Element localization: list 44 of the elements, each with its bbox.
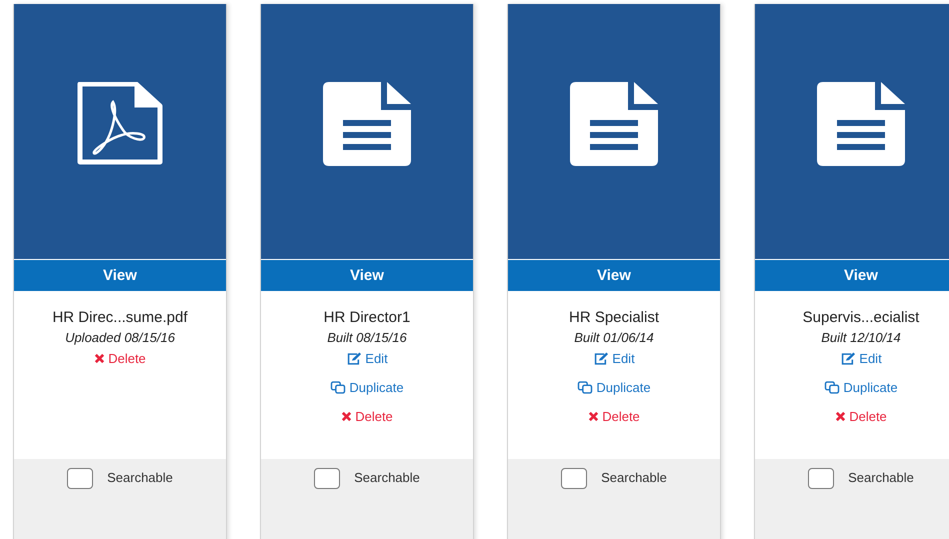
document-date: Built 01/06/14 [574,330,654,345]
view-button[interactable]: View [261,259,473,291]
checkbox-label: Searchable [354,469,420,487]
copy-icon [824,381,840,394]
edit-link[interactable]: Edit [840,351,882,366]
cross-icon [588,411,600,422]
delete-link[interactable]: Delete [588,409,640,424]
duplicate-link[interactable]: Duplicate [824,380,898,395]
edit-link[interactable]: Edit [593,351,635,366]
document-title: HR Direc...sume.pdf [52,309,188,326]
searchable-checkbox[interactable] [808,468,834,489]
document-date: Uploaded 08/15/16 [65,330,175,345]
pencil-icon [346,352,362,365]
view-button[interactable]: View [508,259,720,291]
delete-link[interactable]: Delete [94,351,146,366]
document-icon [323,82,411,166]
document-date: Built 08/15/16 [327,330,407,345]
view-button[interactable]: View [14,259,226,291]
view-button[interactable]: View [755,259,949,291]
cross-icon [94,353,106,364]
document-title: HR Specialist [568,309,660,326]
edit-link[interactable]: Edit [346,351,388,366]
document-icon [817,82,905,166]
duplicate-link[interactable]: Duplicate [577,380,651,395]
document-title: Supervis...ecialist [802,309,920,326]
checkbox-label: Searchable [848,469,914,487]
pdf-file-icon [76,82,164,166]
checkbox-label: Searchable [601,469,667,487]
pencil-icon [593,352,610,365]
cross-icon [835,411,846,422]
searchable-checkbox[interactable] [561,468,588,489]
copy-icon [330,381,346,394]
checkbox-label: Searchable [107,469,173,487]
duplicate-link[interactable]: Duplicate [330,380,404,395]
cross-icon [341,411,352,422]
document-icon [570,82,658,166]
pencil-icon [840,352,856,365]
delete-link[interactable]: Delete [341,409,393,424]
searchable-checkbox[interactable] [67,468,94,489]
copy-icon [577,381,594,394]
delete-link[interactable]: Delete [835,409,887,424]
document-title: HR Director1 [324,309,410,326]
searchable-checkbox[interactable] [314,468,340,489]
document-date: Built 12/10/14 [821,330,901,345]
